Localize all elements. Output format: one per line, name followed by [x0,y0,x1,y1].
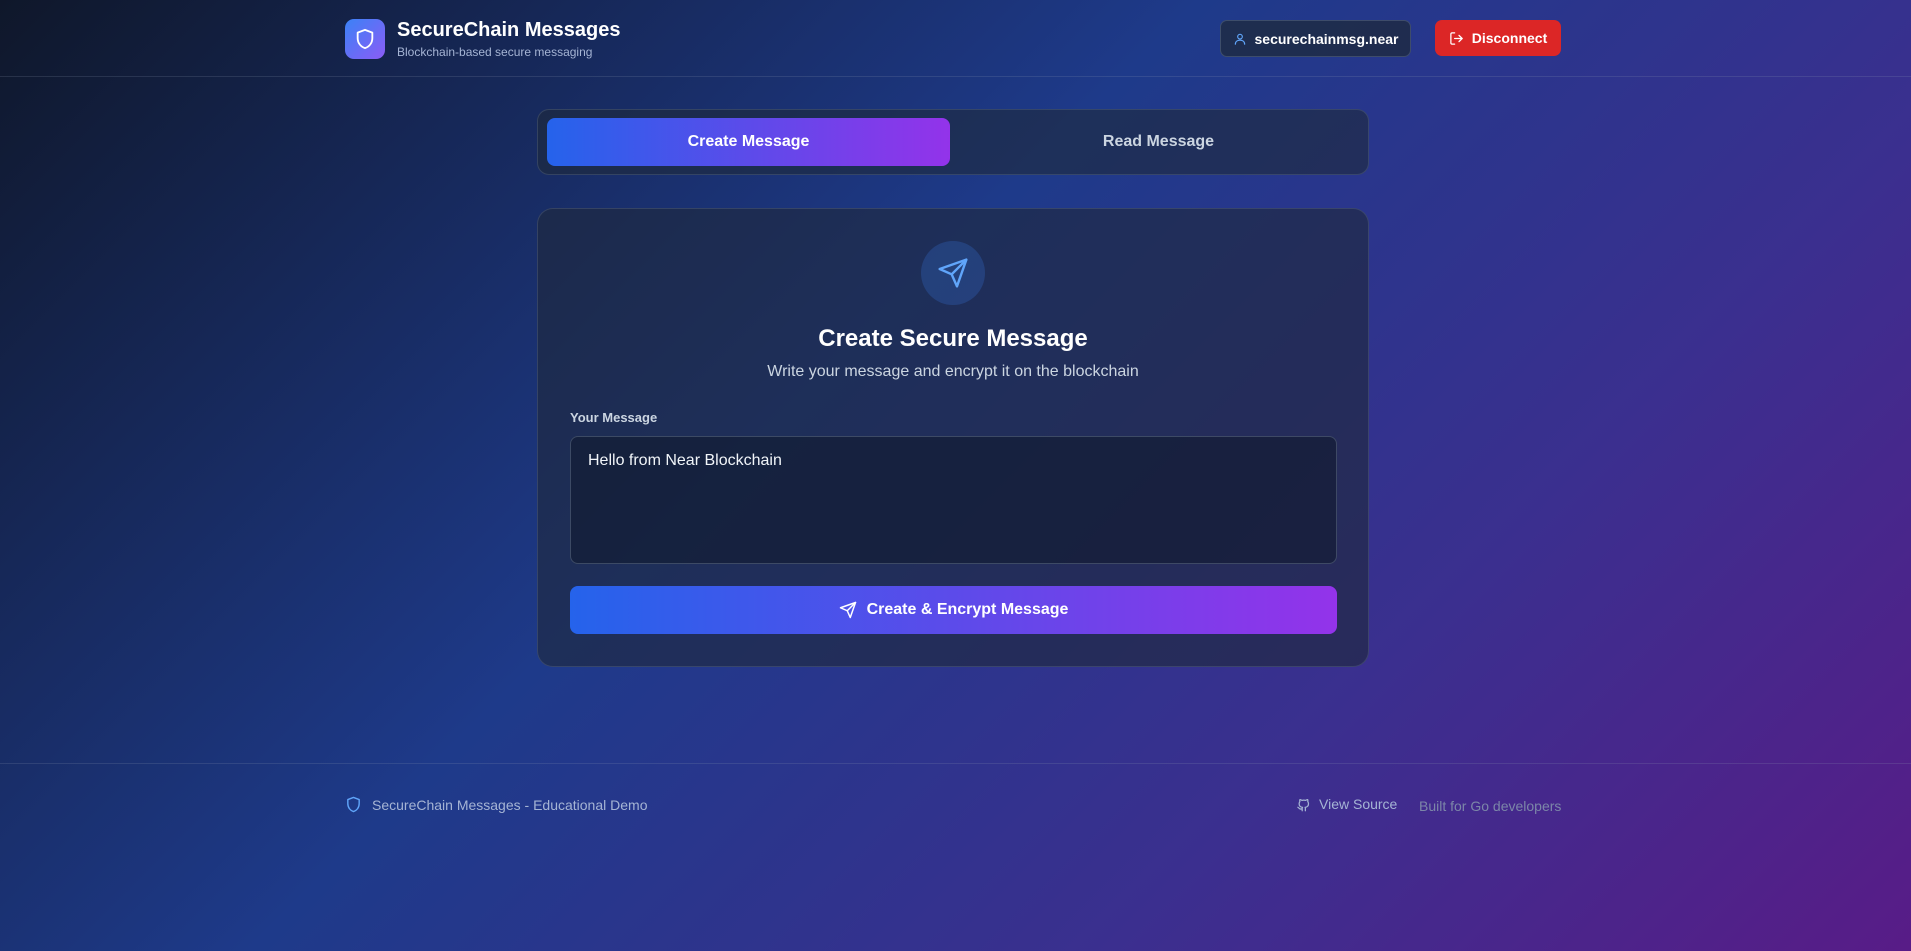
user-icon [1233,32,1247,46]
card-title: Create Secure Message [818,325,1088,352]
create-encrypt-label: Create & Encrypt Message [866,601,1069,618]
create-encrypt-button[interactable]: Create & Encrypt Message [570,586,1337,634]
message-field-label: Your Message [570,410,658,425]
disconnect-label: Disconnect [1471,30,1548,46]
view-source-label: View Source [1319,796,1398,812]
message-input[interactable]: Hello from Near Blockchain [570,436,1337,564]
logout-icon [1449,31,1464,46]
app-title: SecureChain Messages [397,19,621,41]
footer-text: SecureChain Messages - Educational Demo [372,796,648,813]
tab-bar: Create Message Read Message [537,109,1369,175]
create-message-card: Create Secure Message Write your message… [537,208,1369,667]
built-for-text: Built for Go developers [1419,798,1562,814]
brand: SecureChain Messages Blockchain-based se… [345,18,620,60]
send-icon [921,241,985,305]
tab-read-message[interactable]: Read Message [957,118,1360,166]
app-subtitle: Blockchain-based secure messaging [397,45,593,59]
disconnect-button[interactable]: Disconnect [1435,20,1561,56]
account-badge[interactable]: securechainmsg.near [1220,20,1411,57]
shield-icon [345,796,362,813]
tab-create-message[interactable]: Create Message [547,118,950,166]
card-subtitle: Write your message and encrypt it on the… [767,363,1139,380]
view-source-link[interactable]: View Source [1296,796,1397,812]
account-name: securechainmsg.near [1254,30,1399,47]
github-icon [1296,797,1311,812]
footer-brand: SecureChain Messages - Educational Demo [345,796,647,813]
app-footer: SecureChain Messages - Educational Demo … [0,763,1911,951]
app-header: SecureChain Messages Blockchain-based se… [0,0,1911,77]
send-icon [839,601,857,619]
shield-icon [345,19,385,59]
